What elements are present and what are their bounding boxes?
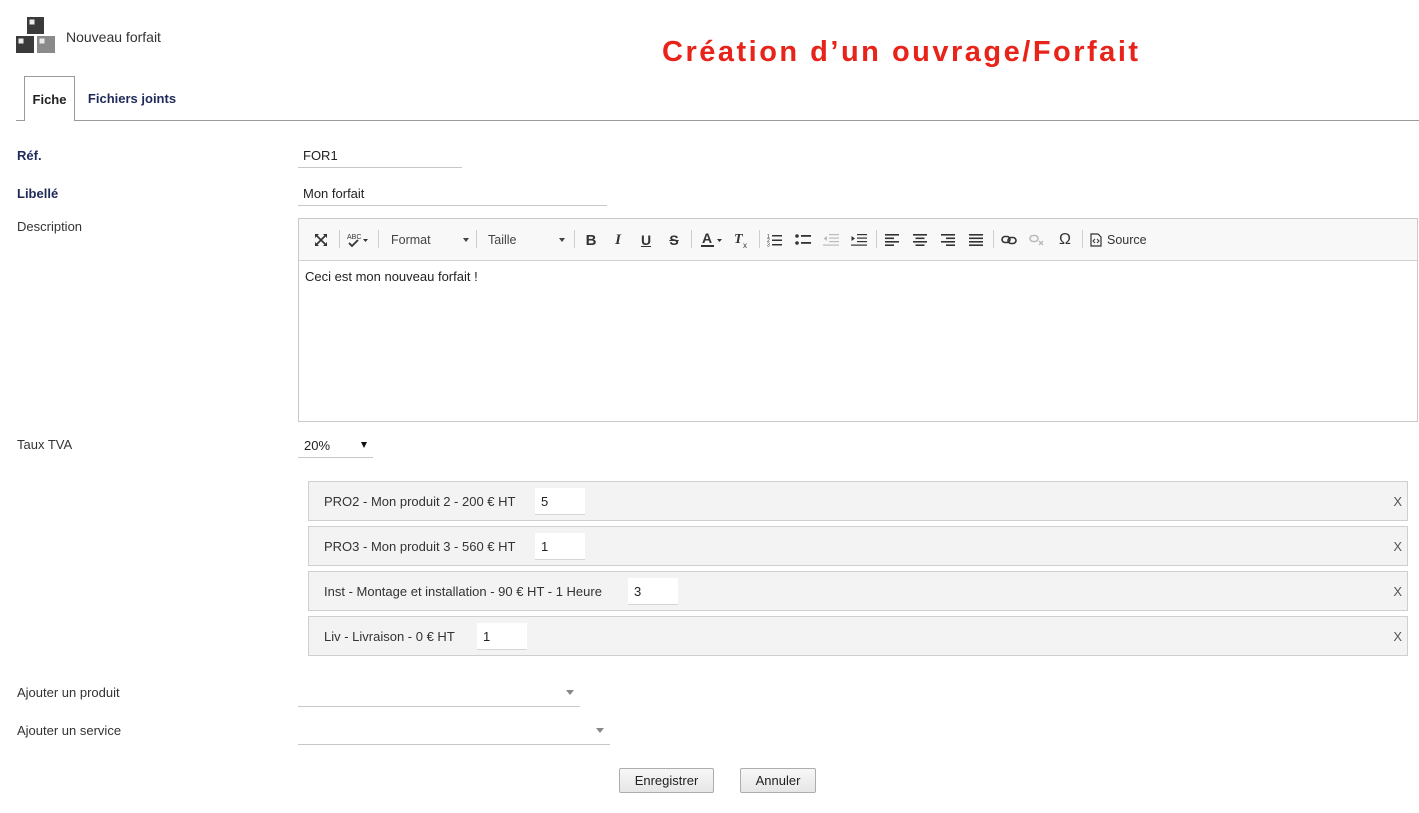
text-color-icon[interactable]: A bbox=[699, 228, 725, 252]
page-banner-title: Création d’un ouvrage/Forfait bbox=[662, 36, 1141, 68]
special-char-icon[interactable]: Ω bbox=[1056, 228, 1074, 252]
editor-content[interactable]: Ceci est mon nouveau forfait ! bbox=[305, 269, 478, 284]
libelle-input[interactable] bbox=[298, 182, 607, 206]
item-label: PRO3 - Mon produit 3 - 560 € HT bbox=[324, 539, 516, 554]
quantity-input[interactable] bbox=[628, 578, 678, 605]
format-dropdown[interactable]: Format bbox=[391, 228, 469, 252]
tva-select[interactable]: 20% bbox=[298, 432, 373, 458]
window-title: Nouveau forfait bbox=[66, 29, 161, 45]
item-label: Liv - Livraison - 0 € HT bbox=[324, 629, 455, 644]
item-label: PRO2 - Mon produit 2 - 200 € HT bbox=[324, 494, 516, 509]
blocks-icon bbox=[16, 16, 56, 54]
numbered-list-icon[interactable]: 123 bbox=[766, 228, 784, 252]
format-dropdown-label: Format bbox=[391, 233, 431, 247]
add-product-select[interactable] bbox=[298, 681, 580, 707]
quantity-input[interactable] bbox=[477, 623, 527, 650]
maximize-icon[interactable] bbox=[311, 228, 331, 252]
spellcheck-icon[interactable]: ABC bbox=[345, 228, 371, 252]
unlink-icon[interactable] bbox=[1028, 228, 1046, 252]
outdent-icon[interactable] bbox=[822, 228, 840, 252]
tva-selected-value: 20% bbox=[304, 438, 331, 453]
size-dropdown-label: Taille bbox=[488, 233, 517, 247]
list-item: PRO2 - Mon produit 2 - 200 € HT X bbox=[308, 481, 1408, 521]
strikethrough-icon[interactable]: S bbox=[665, 228, 683, 252]
remove-item-button[interactable]: X bbox=[1393, 584, 1402, 599]
tab-fiche[interactable]: Fiche bbox=[24, 76, 75, 121]
remove-item-button[interactable]: X bbox=[1393, 629, 1402, 644]
tva-label: Taux TVA bbox=[17, 437, 73, 452]
rich-text-editor: ABC Format Taille B I U S A Tx 123 Ω Sou… bbox=[298, 218, 1418, 422]
underline-icon[interactable]: U bbox=[637, 228, 655, 252]
source-label: Source bbox=[1107, 233, 1147, 247]
italic-icon[interactable]: I bbox=[609, 228, 627, 252]
bold-icon[interactable]: B bbox=[582, 228, 600, 252]
svg-text:ABC: ABC bbox=[347, 234, 361, 241]
cancel-button[interactable]: Annuler bbox=[740, 768, 816, 793]
list-item: PRO3 - Mon produit 3 - 560 € HT X bbox=[308, 526, 1408, 566]
add-product-label: Ajouter un produit bbox=[17, 685, 120, 700]
tab-fichiers-joints[interactable]: Fichiers joints bbox=[82, 76, 182, 120]
align-center-icon[interactable] bbox=[911, 228, 929, 252]
ref-input[interactable] bbox=[298, 144, 462, 168]
quantity-input[interactable] bbox=[535, 488, 585, 515]
add-service-select[interactable] bbox=[298, 719, 610, 745]
caret-down-icon bbox=[596, 728, 604, 733]
size-dropdown[interactable]: Taille bbox=[488, 228, 565, 252]
svg-text:A: A bbox=[702, 231, 712, 246]
align-left-icon[interactable] bbox=[883, 228, 901, 252]
remove-item-button[interactable]: X bbox=[1393, 494, 1402, 509]
item-label: Inst - Montage et installation - 90 € HT… bbox=[324, 584, 602, 599]
justify-icon[interactable] bbox=[967, 228, 985, 252]
link-icon[interactable] bbox=[1000, 228, 1018, 252]
svg-text:3: 3 bbox=[767, 243, 770, 248]
ref-label: Réf. bbox=[17, 148, 42, 163]
editor-toolbar: ABC Format Taille B I U S A Tx 123 Ω Sou… bbox=[299, 219, 1417, 261]
libelle-label: Libellé bbox=[17, 186, 59, 201]
list-item: Liv - Livraison - 0 € HT X bbox=[308, 616, 1408, 656]
indent-icon[interactable] bbox=[850, 228, 868, 252]
caret-down-icon bbox=[361, 442, 367, 448]
source-icon bbox=[1090, 233, 1102, 247]
caret-down-icon bbox=[566, 690, 574, 695]
remove-item-button[interactable]: X bbox=[1393, 539, 1402, 554]
align-right-icon[interactable] bbox=[939, 228, 957, 252]
svg-text:x: x bbox=[743, 241, 747, 249]
description-label: Description bbox=[17, 219, 83, 234]
remove-format-icon[interactable]: Tx bbox=[733, 228, 751, 252]
source-button[interactable]: Source bbox=[1090, 228, 1150, 252]
bulleted-list-icon[interactable] bbox=[794, 228, 812, 252]
list-item: Inst - Montage et installation - 90 € HT… bbox=[308, 571, 1408, 611]
save-button[interactable]: Enregistrer bbox=[619, 768, 714, 793]
add-service-label: Ajouter un service bbox=[17, 723, 122, 738]
tabs-divider bbox=[16, 120, 1419, 121]
quantity-input[interactable] bbox=[535, 533, 585, 560]
